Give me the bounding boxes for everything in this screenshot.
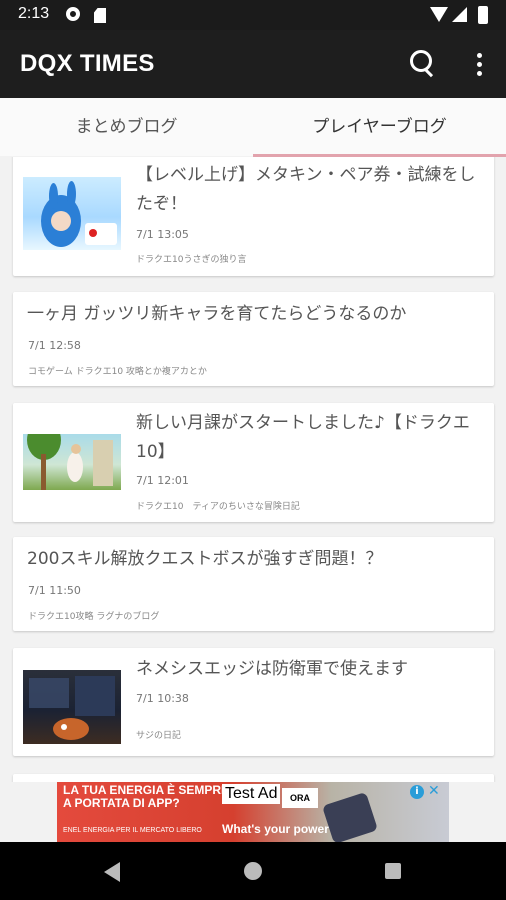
article-date: 7/1 11:50 <box>28 584 81 597</box>
article-card[interactable]: 新しい月課がスタートしました♪【ドラクエ 10】 7/1 12:01 ドラクエ10… <box>13 403 494 522</box>
article-card[interactable]: ネメシスエッジは防衛軍で使えます 7/1 10:38 サジの日記 <box>13 648 494 756</box>
article-date: 7/1 13:05 <box>136 228 189 241</box>
article-list[interactable]: 【レベル上げ】メタキン・ペア券・試練をし たぞ！ 7/1 13:05 ドラクエ10… <box>0 157 506 784</box>
ad-cta-button[interactable]: ORA <box>282 788 318 808</box>
sd-card-icon <box>94 8 106 23</box>
article-source: コモゲーム ドラクエ10 攻略とか複アカとか <box>28 367 207 377</box>
article-title: ネメシスエッジは防衛軍で使えます <box>136 659 408 679</box>
home-icon[interactable] <box>244 862 262 880</box>
article-date: 7/1 12:01 <box>136 474 189 487</box>
overflow-menu-icon[interactable] <box>466 50 492 78</box>
ad-test-label: Test Ad <box>222 784 281 804</box>
ad-headline: LA TUA ENERGIA È SEMPRE A PORTATA DI APP… <box>63 783 230 810</box>
back-icon[interactable] <box>104 862 120 882</box>
ad-banner[interactable]: LA TUA ENERGIA È SEMPRE A PORTATA DI APP… <box>57 782 449 842</box>
article-card[interactable]: 200スキル解放クエストボスが強すぎ問題！？ 7/1 11:50 ドラクエ10攻… <box>13 537 494 631</box>
ad-close-icon[interactable]: ✕ <box>428 783 440 799</box>
wifi-icon <box>430 7 448 22</box>
app-title: DQX TIMES <box>20 50 155 77</box>
settings-gear-icon <box>66 7 80 21</box>
article-source: サジの日記 <box>136 731 182 741</box>
ad-phone-image <box>321 791 379 842</box>
tab-player-blog[interactable]: プレイヤーブログ <box>253 98 506 156</box>
ad-banner-area: LA TUA ENERGIA È SEMPRE A PORTATA DI APP… <box>0 782 506 842</box>
system-nav-bar <box>0 842 506 900</box>
article-title: 一ヶ月 ガッツリ新キャラを育てたらどうなるのか <box>27 304 407 324</box>
article-date: 7/1 10:38 <box>136 692 189 705</box>
article-thumbnail <box>23 670 121 744</box>
cell-signal-icon <box>452 7 467 22</box>
article-title: 200スキル解放クエストボスが強すぎ問題！？ <box>27 549 383 569</box>
article-date: 7/1 12:58 <box>28 339 81 352</box>
article-title: 【レベル上げ】メタキン・ペア券・試練をし たぞ！ <box>136 165 476 214</box>
app-bar: DQX TIMES <box>0 30 506 98</box>
tab-matome-blog[interactable]: まとめブログ <box>0 98 253 156</box>
article-source: ドラクエ10 ティアのちいさな冒険日記 <box>136 502 300 512</box>
recent-apps-icon[interactable] <box>385 863 401 879</box>
status-time: 2:13 <box>18 5 50 22</box>
ad-tagline: What's your power? <box>222 822 337 836</box>
article-card[interactable]: 一ヶ月 ガッツリ新キャラを育てたらどうなるのか 7/1 12:58 コモゲーム … <box>13 292 494 386</box>
article-title: 新しい月課がスタートしました♪【ドラクエ 10】 <box>136 413 470 462</box>
article-card[interactable]: 【レベル上げ】メタキン・ペア券・試練をし たぞ！ 7/1 13:05 ドラクエ10… <box>13 157 494 276</box>
article-thumbnail <box>23 434 121 490</box>
tab-bar: まとめブログ プレイヤーブログ <box>0 98 506 156</box>
article-source: ドラクエ10うさぎの独り言 <box>136 255 247 265</box>
article-source: ドラクエ10攻略 ラグナのブログ <box>28 612 160 622</box>
status-bar: 2:13 <box>0 0 506 30</box>
search-icon[interactable] <box>408 48 436 78</box>
article-thumbnail <box>23 177 121 250</box>
battery-icon <box>478 6 488 24</box>
ad-info-icon[interactable]: i <box>410 785 424 799</box>
ad-fine-print: ENEL ENERGIA PER IL MERCATO LIBERO <box>63 827 202 834</box>
